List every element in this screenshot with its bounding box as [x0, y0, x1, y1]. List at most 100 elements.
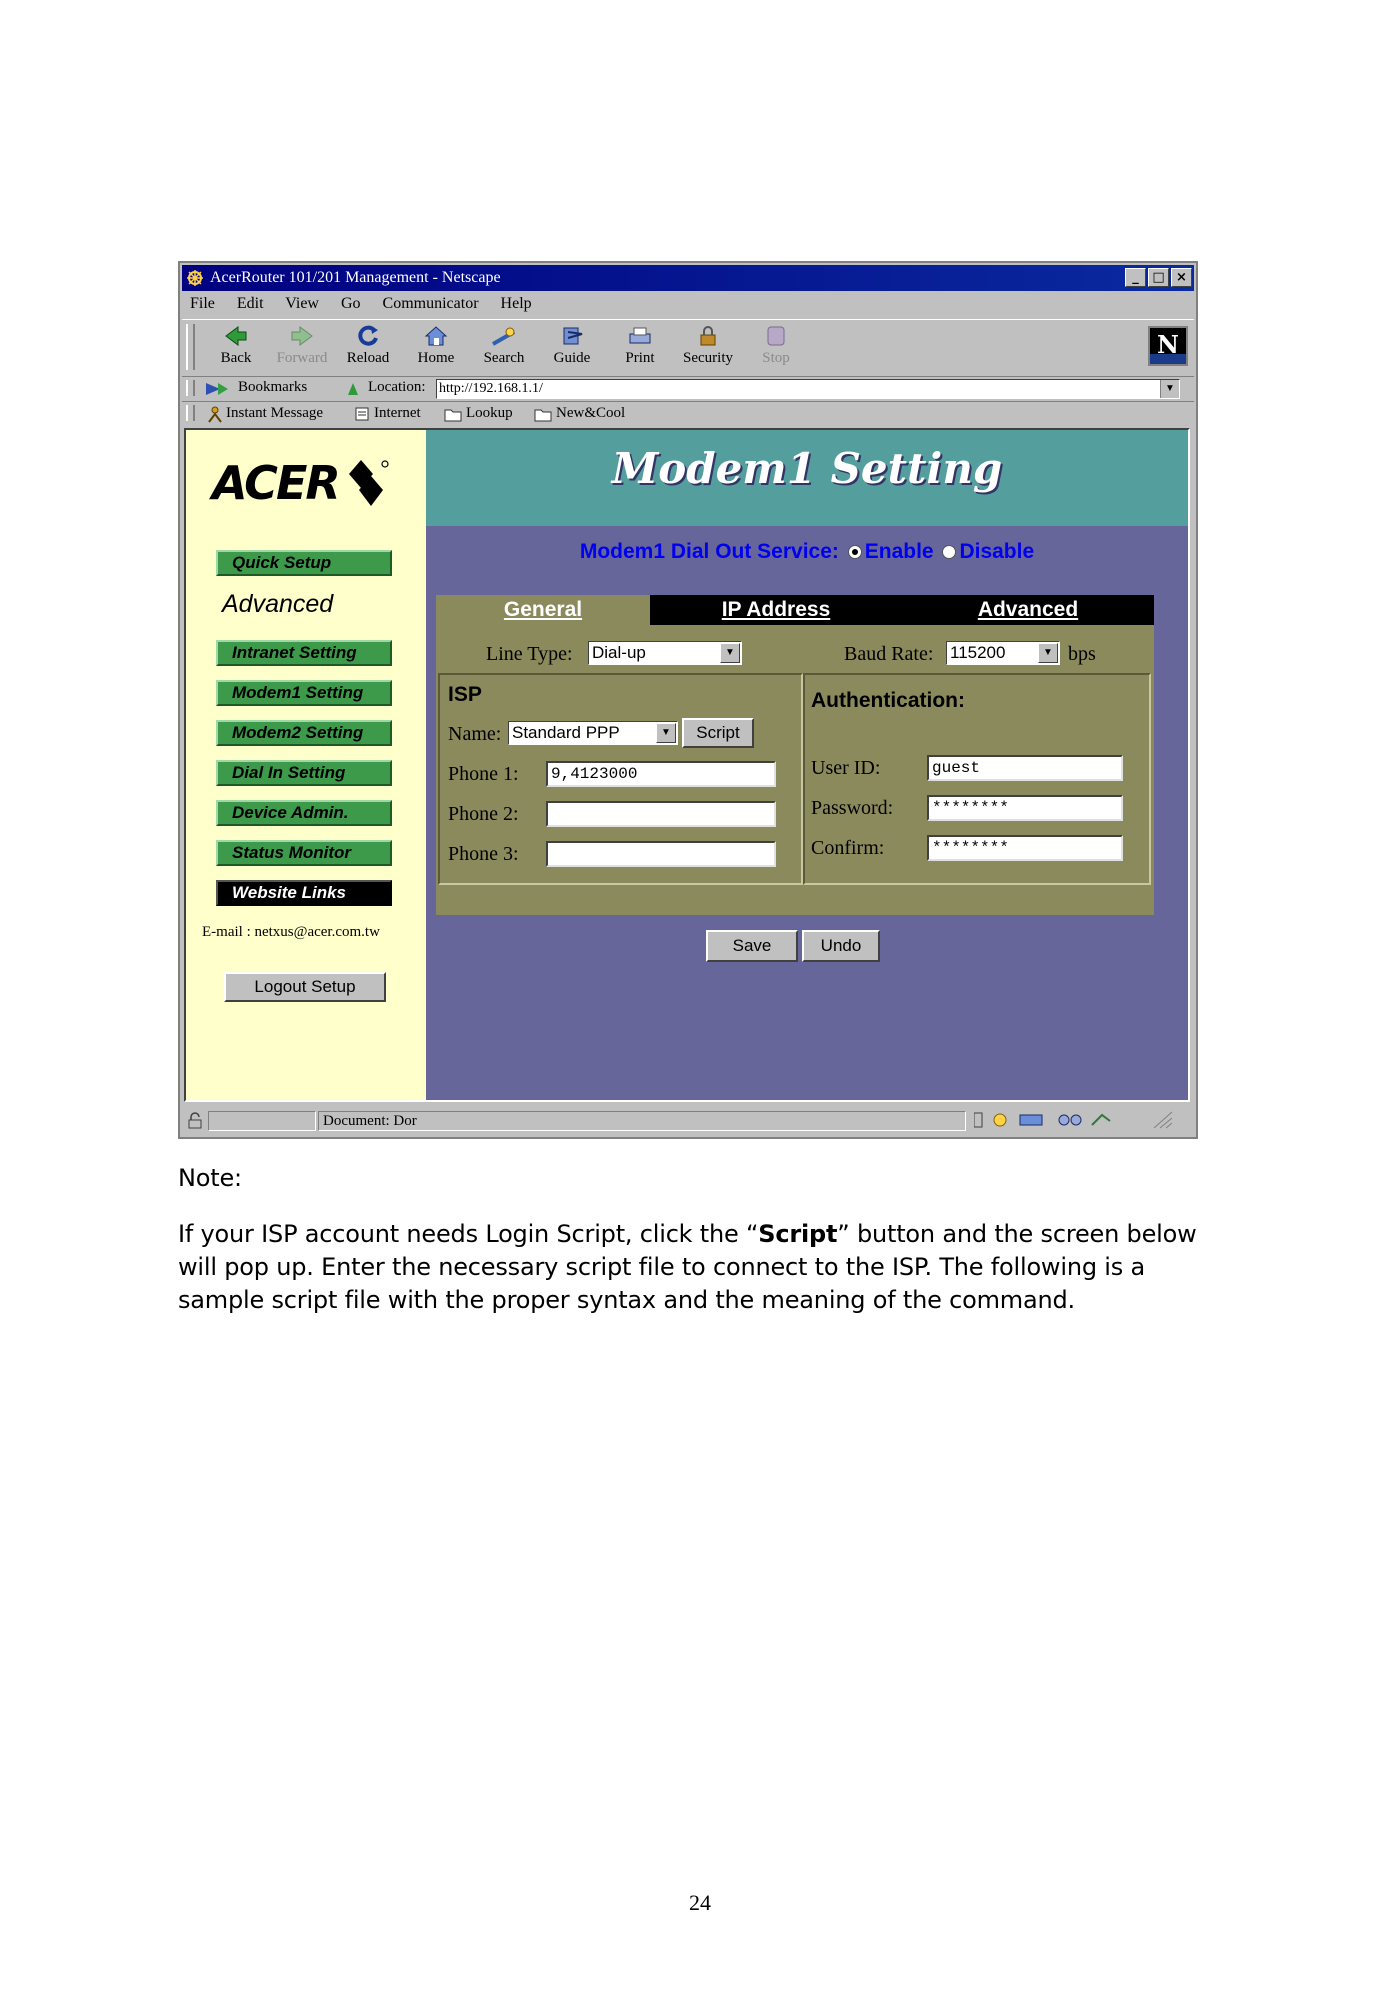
nav-modem2-setting[interactable]: Modem2 Setting — [216, 720, 392, 746]
security-button[interactable]: Security — [676, 324, 740, 367]
disable-label[interactable]: Disable — [959, 540, 1034, 563]
toolbar-grip[interactable] — [186, 324, 195, 370]
isp-name-label: Name: — [448, 723, 502, 745]
close-button[interactable]: × — [1171, 268, 1192, 287]
confirm-label: Confirm: — [811, 837, 885, 859]
personal-toolbar: Instant Message Internet Lookup New&Cool — [182, 403, 1194, 425]
lookup-link[interactable]: Lookup — [466, 405, 513, 422]
paragraph-text-start: If your ISP account needs Login Script, … — [178, 1220, 759, 1248]
tab-advanced[interactable]: Advanced — [902, 595, 1154, 625]
nav-dial-in-setting[interactable]: Dial In Setting — [216, 760, 392, 786]
menu-file[interactable]: File — [190, 295, 215, 312]
maximize-button[interactable]: □ — [1148, 268, 1169, 287]
back-button[interactable]: Back — [204, 324, 268, 367]
window-title: AcerRouter 101/201 Management - Netscape — [210, 269, 501, 286]
personal-grip[interactable] — [186, 405, 195, 421]
nav-website-links[interactable]: Website Links — [216, 880, 392, 906]
new-cool-folder-icon — [534, 409, 552, 422]
instant-message-link[interactable]: Instant Message — [226, 405, 323, 422]
isp-name-select[interactable]: Standard PPP ▼ — [508, 721, 678, 745]
acer-logo-text: ACER — [212, 456, 341, 510]
guide-label: Guide — [553, 350, 591, 366]
component-bar — [970, 1111, 1173, 1131]
tab-ip-address[interactable]: IP Address — [650, 595, 902, 625]
baud-rate-select[interactable]: 115200 ▼ — [946, 641, 1060, 665]
nav-modem1-setting[interactable]: Modem1 Setting — [216, 680, 392, 706]
undo-button[interactable]: Undo — [802, 930, 880, 962]
minimize-button[interactable]: _ — [1125, 268, 1146, 287]
netscape-app-icon — [187, 270, 203, 286]
nav-device-admin[interactable]: Device Admin. — [216, 800, 392, 826]
paragraph-script-word: Script — [758, 1220, 838, 1248]
general-panel: Line Type: Dial-up ▼ Baud Rate: 115200 ▼… — [436, 625, 1154, 915]
back-label: Back — [220, 350, 252, 366]
line-type-select[interactable]: Dial-up ▼ — [588, 641, 742, 665]
guide-icon — [563, 327, 583, 345]
settings-tabs: General IP Address Advanced — [436, 595, 1154, 625]
phone3-label: Phone 3: — [448, 843, 519, 865]
phone3-input[interactable] — [546, 841, 776, 867]
location-label: Location: — [368, 379, 426, 395]
baud-rate-dropdown-icon[interactable]: ▼ — [1038, 643, 1058, 663]
search-label: Search — [483, 350, 525, 366]
home-label: Home — [417, 350, 455, 366]
phone1-input[interactable]: 9,4123000 — [546, 761, 776, 787]
forward-button[interactable]: Forward — [270, 324, 334, 367]
phone2-input[interactable] — [546, 801, 776, 827]
print-button[interactable]: Print — [608, 324, 672, 367]
nav-intranet-setting[interactable]: Intranet Setting — [216, 640, 392, 666]
location-dropdown-icon[interactable]: ▼ — [1160, 380, 1179, 398]
tab-general[interactable]: General — [436, 595, 650, 625]
location-url-input[interactable]: http://192.168.1.1/ ▼ — [436, 379, 1180, 399]
search-button[interactable]: Search — [472, 324, 536, 367]
nav-status-monitor[interactable]: Status Monitor — [216, 840, 392, 866]
save-button[interactable]: Save — [706, 930, 798, 962]
menu-communicator[interactable]: Communicator — [383, 295, 479, 312]
enable-radio[interactable] — [847, 545, 862, 560]
disable-radio[interactable] — [942, 545, 957, 560]
confirm-input[interactable]: ******** — [927, 835, 1123, 861]
support-email[interactable]: E-mail : netxus@acer.com.tw — [202, 924, 380, 941]
isp-name-value: Standard PPP — [512, 723, 620, 742]
isp-box: ISP Name: Standard PPP ▼ Script Phone 1:… — [438, 673, 803, 885]
reload-button[interactable]: Reload — [336, 324, 400, 367]
bookmarks-button[interactable]: Bookmarks — [238, 379, 307, 396]
enable-label[interactable]: Enable — [865, 540, 934, 563]
password-label: Password: — [811, 797, 894, 819]
page-number: 24 — [689, 1890, 711, 1915]
security-status-icon[interactable] — [186, 1112, 204, 1130]
nav-quick-setup[interactable]: Quick Setup — [216, 550, 392, 576]
internet-link[interactable]: Internet — [374, 405, 421, 422]
menu-view[interactable]: View — [285, 295, 319, 312]
internet-doc-icon — [355, 407, 369, 421]
nav-advanced-heading: Advanced — [222, 590, 334, 618]
menu-help[interactable]: Help — [501, 295, 532, 312]
netscape-logo[interactable]: N — [1148, 326, 1188, 366]
bookmarks-icon — [206, 383, 228, 395]
password-input[interactable]: ******** — [927, 795, 1123, 821]
isp-name-dropdown-icon[interactable]: ▼ — [656, 723, 676, 743]
menu-edit[interactable]: Edit — [237, 295, 264, 312]
user-id-input[interactable]: guest — [927, 755, 1123, 781]
navigation-toolbar: Back Forward Reload Home Search Guide Pr… — [182, 319, 1194, 377]
user-id-label: User ID: — [811, 757, 881, 779]
guide-button[interactable]: Guide — [540, 324, 604, 367]
home-button[interactable]: Home — [404, 324, 468, 367]
forward-arrow-icon — [291, 326, 313, 346]
search-icon — [492, 327, 515, 346]
new-cool-link[interactable]: New&Cool — [556, 405, 625, 422]
stop-label: Stop — [762, 350, 790, 366]
location-grip[interactable] — [186, 380, 195, 396]
security-label: Security — [683, 350, 733, 366]
script-button[interactable]: Script — [682, 718, 754, 748]
stop-button[interactable]: Stop — [744, 324, 808, 367]
netscape-n-icon: N — [1150, 330, 1186, 364]
note-paragraph: If your ISP account needs Login Script, … — [178, 1218, 1208, 1317]
menu-go[interactable]: Go — [341, 295, 361, 312]
print-label: Print — [625, 350, 655, 366]
line-type-dropdown-icon[interactable]: ▼ — [720, 643, 740, 663]
sidebar: ACER Quick Setup Advanced Intranet Setti… — [186, 430, 426, 1100]
menu-bar: File Edit View Go Communicator Help — [190, 295, 550, 317]
title-bar: AcerRouter 101/201 Management - Netscape… — [182, 265, 1194, 291]
logout-setup-button[interactable]: Logout Setup — [224, 972, 386, 1002]
